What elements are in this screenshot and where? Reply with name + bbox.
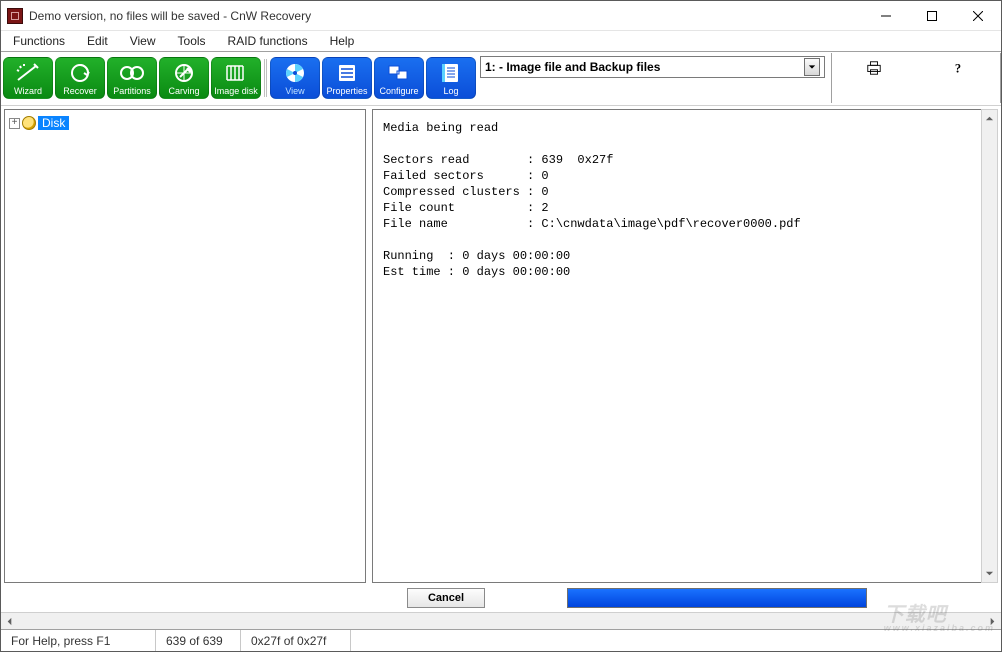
recover-icon [60, 60, 100, 86]
configure-label: Configure [379, 86, 418, 96]
view-label: View [285, 86, 304, 96]
log-button[interactable]: Log [426, 57, 476, 99]
action-row: Cancel [1, 586, 1001, 612]
log-label: Log [443, 86, 458, 96]
drive-combo[interactable]: 1: - Image file and Backup files [480, 56, 825, 78]
imagedisk-button[interactable]: Image disk [211, 57, 261, 99]
main-area: + Disk Media being read Sectors read : 6… [1, 106, 1001, 586]
recover-label: Recover [63, 86, 97, 96]
menu-edit[interactable]: Edit [83, 33, 112, 49]
menu-functions[interactable]: Functions [9, 33, 69, 49]
right-toolbar: ? [831, 53, 1001, 103]
wizard-label: Wizard [14, 86, 42, 96]
print-button[interactable] [864, 59, 884, 77]
tree-root-label[interactable]: Disk [38, 116, 69, 130]
imagedisk-icon [216, 60, 256, 86]
scroll-down-icon[interactable] [982, 565, 997, 582]
view-button[interactable]: View [270, 57, 320, 99]
maximize-button[interactable] [909, 1, 955, 30]
close-icon [973, 11, 983, 21]
menu-help[interactable]: Help [326, 33, 359, 49]
log-icon [431, 60, 471, 86]
view-icon [275, 60, 315, 86]
app-window: Demo version, no files will be saved - C… [0, 0, 1002, 652]
partitions-label: Partitions [113, 86, 151, 96]
chevron-down-icon[interactable] [804, 58, 820, 76]
scroll-left-icon[interactable] [1, 613, 18, 629]
properties-button[interactable]: Properties [322, 57, 372, 99]
scroll-track[interactable] [982, 127, 997, 565]
disk-icon [22, 116, 36, 130]
log-pane[interactable]: Media being read Sectors read : 639 0x27… [372, 109, 998, 583]
menu-raid[interactable]: RAID functions [224, 33, 312, 49]
toolbar-separator [264, 59, 267, 97]
properties-icon [327, 60, 367, 86]
properties-label: Properties [326, 86, 367, 96]
carving-button[interactable]: Carving [159, 57, 209, 99]
help-icon: ? [949, 60, 967, 76]
menu-tools[interactable]: Tools [174, 33, 210, 49]
svg-text:?: ? [955, 61, 961, 75]
toolbar: Wizard Recover Partitions Carving [1, 53, 1001, 103]
recover-button[interactable]: Recover [55, 57, 105, 99]
drive-combo-text: 1: - Image file and Backup files [485, 60, 660, 74]
partitions-button[interactable]: Partitions [107, 57, 157, 99]
window-controls [863, 1, 1001, 30]
partitions-icon [112, 60, 152, 86]
menu-view[interactable]: View [126, 33, 160, 49]
carving-label: Carving [168, 86, 199, 96]
status-hex: 0x27f of 0x27f [241, 630, 351, 651]
minimize-button[interactable] [863, 1, 909, 30]
wizard-icon [8, 60, 48, 86]
scroll-track-h[interactable] [18, 613, 984, 629]
status-help: For Help, press F1 [1, 630, 156, 651]
window-title: Demo version, no files will be saved - C… [29, 9, 863, 23]
close-button[interactable] [955, 1, 1001, 30]
horizontal-scrollbar[interactable] [1, 612, 1001, 629]
configure-icon [379, 60, 419, 86]
tree-root[interactable]: + Disk [9, 116, 361, 130]
maximize-icon [927, 11, 937, 21]
minimize-icon [881, 11, 891, 21]
configure-button[interactable]: Configure [374, 57, 424, 99]
titlebar: Demo version, no files will be saved - C… [1, 1, 1001, 31]
vertical-scrollbar[interactable] [981, 109, 998, 583]
tree-pane[interactable]: + Disk [4, 109, 366, 583]
help-button[interactable]: ? [948, 59, 968, 77]
progress-fill [568, 589, 866, 607]
scroll-up-icon[interactable] [982, 110, 997, 127]
menubar: Functions Edit View Tools RAID functions… [1, 31, 1001, 51]
drive-combo-area: 1: - Image file and Backup files [478, 53, 831, 103]
cancel-button[interactable]: Cancel [407, 588, 485, 608]
wizard-button[interactable]: Wizard [3, 57, 53, 99]
app-icon [7, 8, 23, 24]
expand-icon[interactable]: + [9, 118, 20, 129]
scroll-right-icon[interactable] [984, 613, 1001, 629]
print-icon [865, 60, 883, 76]
imagedisk-label: Image disk [214, 86, 258, 96]
status-bar: For Help, press F1 639 of 639 0x27f of 0… [1, 629, 1001, 651]
carving-icon [164, 60, 204, 86]
progress-bar [567, 588, 867, 608]
status-sectors: 639 of 639 [156, 630, 241, 651]
